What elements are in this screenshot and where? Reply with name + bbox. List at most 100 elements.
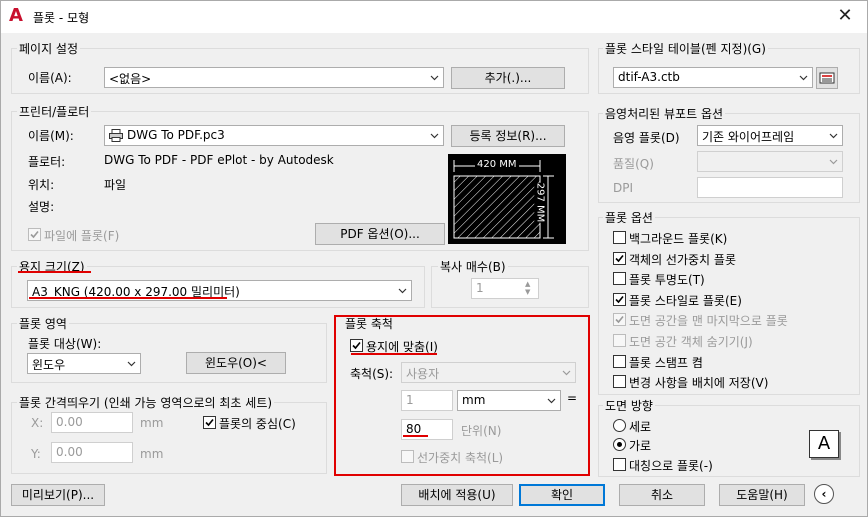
portrait-label: 세로 bbox=[629, 420, 652, 434]
location-label: 위치: bbox=[28, 178, 55, 192]
scale-value1-input[interactable]: 1 bbox=[401, 390, 453, 411]
plot-option-label: 도면 공간 객체 숨기기(J) bbox=[629, 335, 753, 349]
offset-x-unit: mm bbox=[140, 416, 164, 430]
add-page-setup-button[interactable]: 추가(.)... bbox=[451, 67, 565, 89]
chevron-down-icon bbox=[398, 288, 407, 294]
page-setup-name-label: 이름(A): bbox=[28, 71, 72, 85]
plot-style-table-dropdown[interactable]: dtif-A3.ctb bbox=[613, 67, 813, 88]
plot-option-label: 플롯 투명도(T) bbox=[629, 273, 705, 287]
plot-style-table-label: 플롯 스타일 테이블(펜 지정)(G) bbox=[603, 40, 768, 57]
paper-preview: 420 MM 297 MM bbox=[448, 154, 566, 244]
plot-what-dropdown[interactable]: 윈도우 bbox=[27, 353, 141, 374]
plot-style-table-value: dtif-A3.ctb bbox=[618, 70, 680, 84]
plot-option-checkbox[interactable] bbox=[613, 231, 626, 244]
shade-plot-label: 음영 플롯(D) bbox=[613, 131, 680, 145]
location-value: 파일 bbox=[104, 178, 127, 192]
scale-lineweights-label: 선가중치 축척(L) bbox=[417, 451, 504, 465]
window-pick-button[interactable]: 윈도우(O)< bbox=[186, 352, 286, 374]
fit-to-paper-checkbox[interactable] bbox=[350, 339, 363, 352]
printer-name-dropdown[interactable]: DWG To PDF.pc3 bbox=[104, 125, 444, 146]
apply-to-layout-button[interactable]: 배치에 적용(U) bbox=[401, 484, 513, 506]
edit-plot-style-button[interactable] bbox=[816, 67, 838, 89]
offset-y-label: Y: bbox=[31, 447, 41, 461]
offset-y-input[interactable]: 0.00 bbox=[51, 442, 133, 463]
autocad-logo-icon: A bbox=[9, 5, 23, 26]
scale-value2-underline bbox=[403, 435, 428, 437]
dpi-input[interactable] bbox=[697, 177, 843, 198]
scale-dropdown[interactable]: 사용자 bbox=[401, 362, 576, 383]
scale-unit-dropdown[interactable]: mm bbox=[457, 390, 561, 411]
quality-dropdown[interactable] bbox=[697, 151, 843, 172]
fit-to-paper-underline bbox=[351, 353, 437, 355]
printer-group-label: 프린터/플로터 bbox=[17, 103, 92, 120]
chevron-down-icon bbox=[829, 133, 838, 139]
plot-option-checkbox[interactable] bbox=[613, 293, 626, 306]
page-setup-name-value: <없음> bbox=[109, 72, 152, 86]
scale-unit2-label: 단위(N) bbox=[461, 424, 502, 438]
plot-option-checkbox[interactable] bbox=[613, 334, 626, 347]
center-plot-label: 플롯의 중심(C) bbox=[219, 417, 296, 431]
checkmark-icon bbox=[615, 315, 624, 324]
description-label: 설명: bbox=[28, 200, 55, 214]
paper-height-label: 297 MM bbox=[534, 182, 546, 223]
chevron-down-icon bbox=[430, 75, 439, 81]
plot-to-file-checkbox[interactable] bbox=[28, 228, 41, 241]
chevron-down-icon bbox=[547, 398, 556, 404]
shade-plot-dropdown[interactable]: 기존 와이어프레임 bbox=[697, 125, 843, 146]
plot-option-label: 객체의 선가중치 플롯 bbox=[629, 253, 736, 267]
preview-button[interactable]: 미리보기(P)... bbox=[11, 484, 105, 506]
plot-scale-label: 플롯 축척 bbox=[345, 317, 393, 331]
checkmark-icon bbox=[615, 254, 624, 263]
offset-x-input[interactable]: 0.00 bbox=[51, 412, 133, 433]
landscape-radio[interactable] bbox=[613, 438, 626, 451]
orientation-label: 도면 방향 bbox=[603, 397, 655, 414]
collapse-arrow-icon[interactable]: ‹ bbox=[814, 484, 834, 504]
offset-x-label: X: bbox=[31, 416, 44, 430]
title-bar: A 플롯 - 모형 ✕ bbox=[1, 1, 867, 33]
shaded-viewport-label: 음영처리된 뷰포트 옵션 bbox=[603, 105, 726, 122]
plot-to-file-label: 파일에 플롯(F) bbox=[44, 229, 120, 243]
close-icon[interactable]: ✕ bbox=[831, 5, 859, 29]
chevron-down-icon bbox=[127, 361, 136, 367]
scale-lineweights-checkbox[interactable] bbox=[401, 450, 414, 463]
help-button[interactable]: 도움말(H) bbox=[719, 484, 805, 506]
plot-offset-label: 플롯 간격띄우기 (인쇄 가능 영역으로의 최초 세트) bbox=[17, 394, 275, 411]
scale-equals: = bbox=[567, 391, 578, 405]
plot-option-checkbox[interactable] bbox=[613, 375, 626, 388]
plot-style-editor-icon bbox=[819, 72, 835, 84]
portrait-radio[interactable] bbox=[613, 419, 626, 432]
plot-options-label: 플롯 옵션 bbox=[603, 209, 655, 226]
orientation-preview-icon: A bbox=[809, 430, 839, 458]
paper-size-value-underline bbox=[29, 297, 227, 299]
chevron-down-icon bbox=[430, 133, 439, 139]
printer-properties-button[interactable]: 등록 정보(R)... bbox=[451, 125, 565, 147]
plot-what-label: 플롯 대상(W): bbox=[28, 337, 102, 351]
cancel-button[interactable]: 취소 bbox=[619, 484, 705, 506]
plot-option-checkbox[interactable] bbox=[613, 252, 626, 265]
plot-option-checkbox[interactable] bbox=[613, 313, 626, 326]
plot-option-checkbox[interactable] bbox=[613, 355, 626, 368]
center-plot-checkbox[interactable] bbox=[203, 416, 216, 429]
copies-spinner-icon[interactable]: ▲ ▼ bbox=[525, 280, 530, 296]
scale-label: 축척(S): bbox=[350, 367, 394, 381]
page-setup-name-dropdown[interactable]: <없음> bbox=[104, 67, 444, 88]
landscape-label: 가로 bbox=[629, 439, 652, 453]
plot-option-label: 도면 공간을 맨 마지막으로 플롯 bbox=[629, 314, 788, 328]
scale-unit-value: mm bbox=[462, 393, 486, 407]
upside-down-checkbox[interactable] bbox=[613, 458, 626, 471]
printer-name-value: DWG To PDF.pc3 bbox=[127, 128, 225, 142]
plot-option-label: 플롯 스타일로 플롯(E) bbox=[629, 294, 742, 308]
pdf-options-button[interactable]: PDF 옵션(O)... bbox=[315, 223, 445, 245]
printer-name-label: 이름(M): bbox=[28, 129, 74, 143]
plot-option-checkbox[interactable] bbox=[613, 272, 626, 285]
plotter-label: 플로터: bbox=[28, 155, 66, 169]
printer-icon bbox=[109, 129, 123, 145]
plotter-value: DWG To PDF - PDF ePlot - by Autodesk bbox=[104, 153, 334, 167]
quality-label: 품질(Q) bbox=[613, 157, 654, 171]
page-setup-label: 페이지 설정 bbox=[17, 40, 81, 57]
shade-plot-value: 기존 와이어프레임 bbox=[702, 130, 795, 144]
offset-y-unit: mm bbox=[140, 447, 164, 461]
chevron-down-icon bbox=[799, 75, 808, 81]
plot-option-label: 플롯 스탬프 켬 bbox=[629, 356, 703, 370]
ok-button[interactable]: 확인 bbox=[519, 484, 605, 506]
